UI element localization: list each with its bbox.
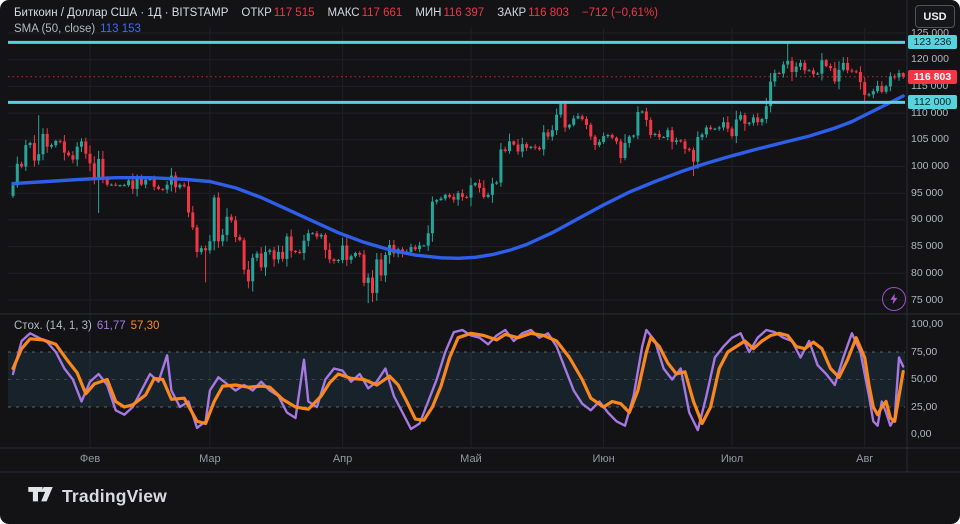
stoch-axis-tick: 25,00 [911,401,937,414]
stoch-axis-tick: 75,00 [911,346,937,359]
stochastic-k-value: 61,77 [97,319,126,333]
time-axis-month-label: Мар [188,453,232,465]
price-axis-tick: 85 000 [911,240,943,253]
sma-label: SMA (50, close) [14,22,95,36]
price-axis-tick: 100 000 [911,160,949,173]
lightning-icon [888,293,900,305]
stochastic-legend[interactable]: Стох. (14, 1, 3) 61,77 57,30 [14,319,159,333]
last-price-label: 116 803 [908,70,957,84]
ohlc-low: МИН 116 397 [415,6,484,20]
chart-canvas[interactable] [0,0,960,524]
price-axis-tick: 105 000 [911,133,949,146]
sma-line [13,96,903,258]
stoch-axis-tick: 100,00 [911,318,943,331]
sma-legend[interactable]: SMA (50, close) 113 153 [14,22,141,36]
time-axis-month-label: Апр [321,453,365,465]
tradingview-logo[interactable]: TradingView [28,486,167,507]
price-axis-tick: 95 000 [911,187,943,200]
price-change: −712 (−0,61%) [582,6,658,20]
tradingview-mark-icon [28,487,53,506]
price-level-label: 112 000 [908,95,957,109]
price-level-label: 123 236 [908,35,957,49]
price-axis-tick: 90 000 [911,213,943,226]
price-axis-tick: 120 000 [911,53,949,66]
boost-button[interactable] [882,287,906,311]
time-axis-month-label: Май [449,453,493,465]
candlestick-series [12,42,905,303]
price-axis-tick: 80 000 [911,267,943,280]
ohlc-close: ЗАКР 116 803 [497,6,569,20]
sma-value: 113 153 [100,22,141,36]
tradingview-chart-widget: 125 000120 000115 000110 000105 000100 0… [0,0,960,524]
stoch-axis-tick: 0,00 [911,428,931,441]
time-axis-month-label: Июл [710,453,754,465]
time-axis-month-label: Авг [843,453,887,465]
brand-name: TradingView [62,486,167,507]
time-axis-month-label: Фев [68,453,112,465]
ohlc-high: МАКС 117 661 [327,6,402,20]
symbol-title[interactable]: Биткоин / Доллар США · 1Д · BITSTAMP [14,6,228,20]
price-axis-tick: 75 000 [911,294,943,307]
symbol-legend: Биткоин / Доллар США · 1Д · BITSTAMP ОТК… [14,6,658,20]
stochastic-label: Стох. (14, 1, 3) [14,319,92,333]
ohlc-open: ОТКР 117 515 [241,6,314,20]
currency-toggle-button[interactable]: USD [915,5,955,28]
stochastic-d-value: 57,30 [131,319,160,333]
stoch-axis-tick: 50,00 [911,373,937,386]
time-axis-month-label: Июн [582,453,626,465]
